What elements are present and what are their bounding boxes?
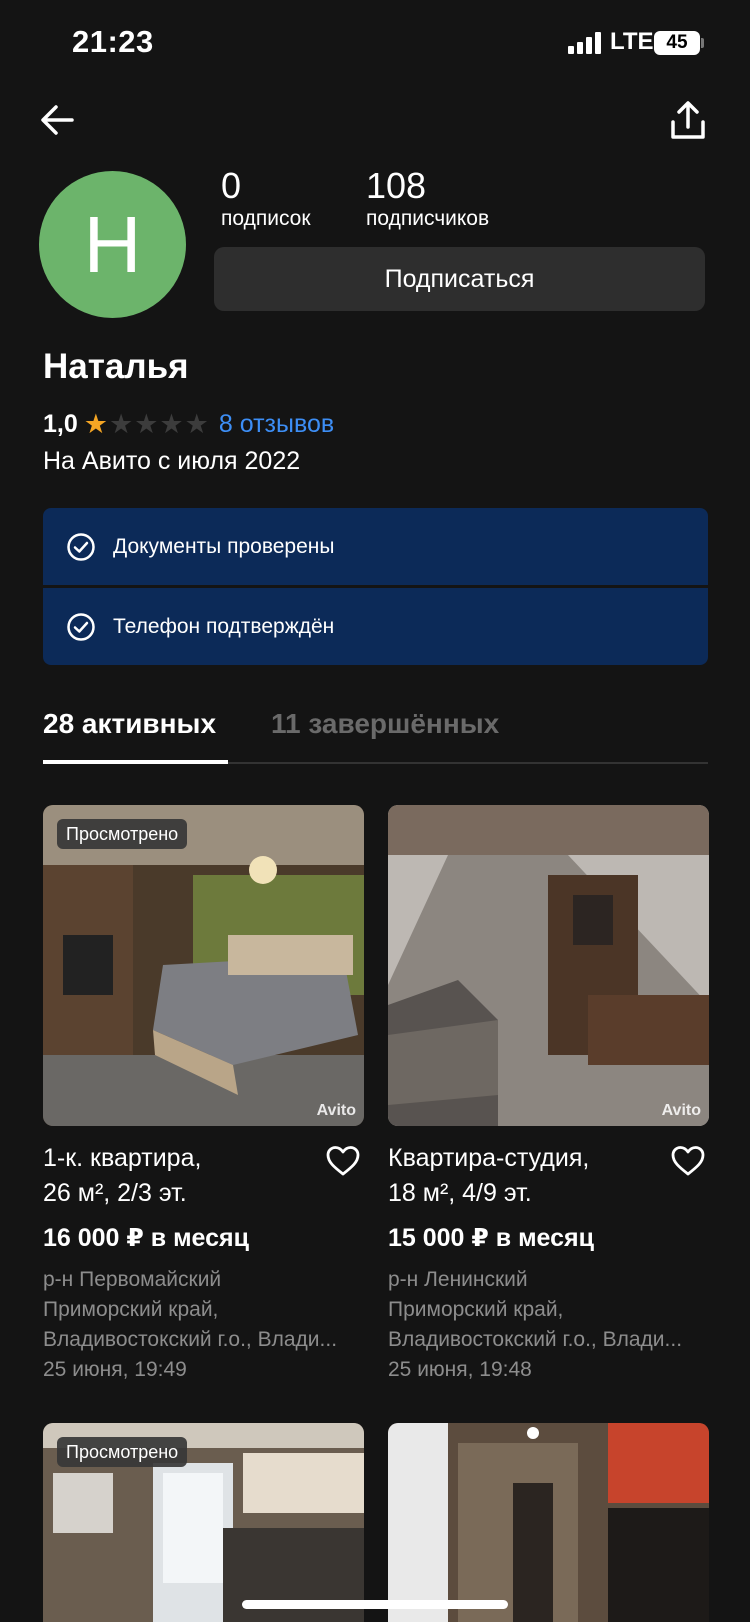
verification-phone[interactable]: Телефон подтверждён bbox=[43, 588, 708, 665]
home-indicator[interactable] bbox=[242, 1600, 508, 1609]
listing-photo[interactable]: Просмотрено Avito bbox=[43, 805, 364, 1126]
listing-price: 16 000 ₽ в месяц bbox=[43, 1224, 249, 1252]
check-circle-icon bbox=[67, 612, 95, 641]
active-tab-indicator bbox=[43, 760, 228, 764]
rating-stars: ★ ★ ★ ★ ★ bbox=[84, 410, 209, 438]
listing-region: Приморский край, bbox=[388, 1298, 564, 1321]
listing-card[interactable]: Просмотрено Avito 1-к. квартира, 26 м², … bbox=[43, 805, 364, 1381]
listing-date: 25 июня, 19:49 bbox=[43, 1358, 187, 1381]
listing-title-line: 26 м², 2/3 эт. bbox=[43, 1179, 187, 1207]
star-empty-icon: ★ bbox=[108, 409, 134, 439]
listing-price: 15 000 ₽ в месяц bbox=[388, 1224, 594, 1252]
listing-card[interactable] bbox=[388, 1423, 709, 1622]
listing-district: р-н Первомайский bbox=[43, 1268, 222, 1291]
listing-district: р-н Ленинский bbox=[388, 1268, 528, 1291]
favorite-heart-icon[interactable] bbox=[671, 1145, 705, 1177]
favorite-heart-icon[interactable] bbox=[326, 1145, 360, 1177]
verification-documents[interactable]: Документы проверены bbox=[43, 508, 708, 585]
rating-row: 1,0 ★ ★ ★ ★ ★ 8 отзывов bbox=[43, 408, 334, 440]
listing-title-line: 1-к. квартира, bbox=[43, 1144, 202, 1172]
tab-active-listings[interactable]: 28 активных bbox=[43, 708, 216, 740]
listing-address: Владивостокский г.о., Влади... bbox=[388, 1328, 683, 1351]
listing-tabs: 28 активных 11 завершённых bbox=[43, 708, 708, 764]
rating-value: 1,0 bbox=[43, 409, 78, 438]
verification-label: Телефон подтверждён bbox=[113, 614, 335, 638]
listing-title[interactable]: Квартира-студия, 18 м², 4/9 эт. bbox=[388, 1141, 658, 1211]
subscriptions-count: 0 bbox=[221, 165, 242, 206]
member-since: На Авито с июля 2022 bbox=[43, 447, 301, 475]
subscriptions-stat[interactable]: 0 подписок bbox=[221, 166, 311, 232]
reviews-link[interactable]: 8 отзывов bbox=[219, 410, 334, 439]
status-bar: 21:23 LTE 45 bbox=[0, 0, 750, 88]
subscribe-button[interactable]: Подписаться bbox=[214, 247, 705, 311]
listing-location: р-н Ленинский Приморский край, Владивост… bbox=[388, 1265, 709, 1385]
star-empty-icon: ★ bbox=[134, 409, 159, 439]
listing-address: Владивостокский г.о., Влади... bbox=[43, 1328, 338, 1351]
listing-title-line: Квартира-студия, bbox=[388, 1144, 590, 1172]
listing-title[interactable]: 1-к. квартира, 26 м², 2/3 эт. bbox=[43, 1141, 313, 1211]
listing-location: р-н Первомайский Приморский край, Владив… bbox=[43, 1265, 364, 1385]
battery-tip bbox=[701, 38, 704, 48]
signal-icon bbox=[568, 32, 602, 54]
listing-card[interactable]: Avito Квартира-студия, 18 м², 4/9 эт. 15… bbox=[388, 805, 709, 1381]
listing-photo[interactable]: Просмотрено bbox=[43, 1423, 364, 1622]
avito-watermark: Avito bbox=[661, 1102, 701, 1119]
listing-photo[interactable]: Avito bbox=[388, 805, 709, 1126]
followers-count: 108 bbox=[366, 165, 427, 206]
back-arrow-icon[interactable] bbox=[38, 100, 78, 140]
followers-stat[interactable]: 108 подписчиков bbox=[366, 166, 489, 232]
viewed-badge: Просмотрено bbox=[57, 1437, 188, 1467]
listing-photo[interactable] bbox=[388, 1423, 709, 1622]
listing-title-line: 18 м², 4/9 эт. bbox=[388, 1179, 532, 1207]
listing-date: 25 июня, 19:48 bbox=[388, 1358, 532, 1381]
listing-region: Приморский край, bbox=[43, 1298, 219, 1321]
network-type: LTE bbox=[610, 28, 654, 55]
followers-label: подписчиков bbox=[366, 207, 490, 230]
user-name: Наталья bbox=[43, 347, 189, 386]
listing-card[interactable]: Просмотрено bbox=[43, 1423, 364, 1622]
tab-completed-listings[interactable]: 11 завершённых bbox=[271, 708, 499, 740]
status-time: 21:23 bbox=[72, 24, 154, 59]
star-empty-icon: ★ bbox=[159, 409, 184, 439]
star-empty-icon: ★ bbox=[184, 409, 209, 439]
viewed-badge: Просмотрено bbox=[57, 819, 188, 849]
star-filled-icon: ★ bbox=[83, 409, 108, 439]
battery-icon: 45 bbox=[654, 31, 700, 55]
avito-watermark: Avito bbox=[316, 1102, 356, 1119]
avatar: Н bbox=[39, 171, 186, 318]
share-icon[interactable] bbox=[668, 100, 708, 142]
subscriptions-label: подписок bbox=[221, 207, 311, 230]
verification-label: Документы проверены bbox=[113, 534, 335, 558]
check-circle-icon bbox=[67, 532, 95, 561]
